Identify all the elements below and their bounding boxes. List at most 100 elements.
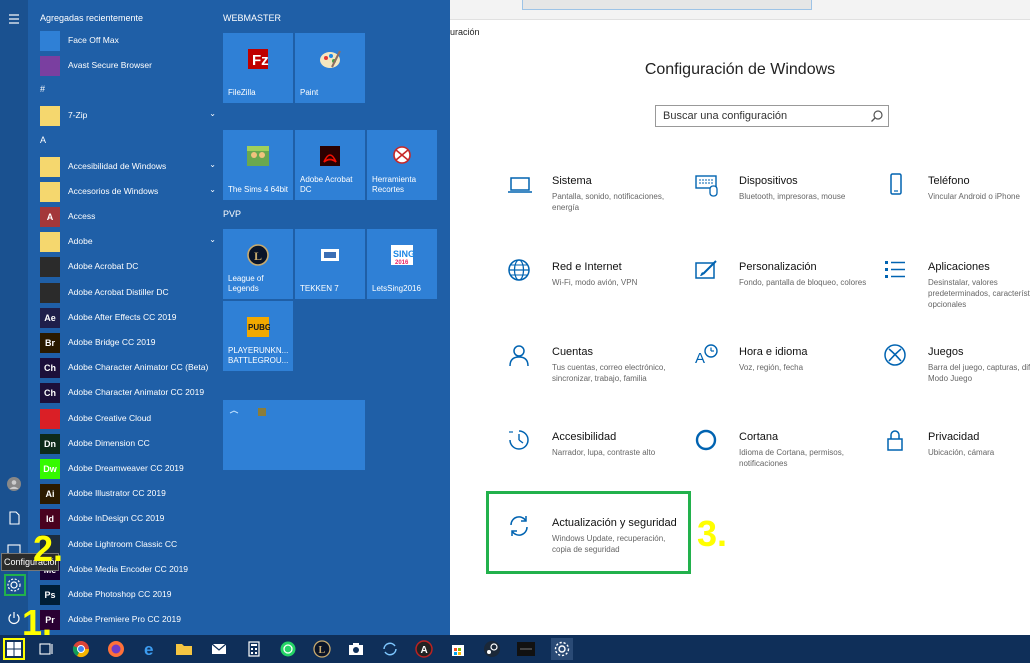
category-hora-idioma[interactable]: A Hora e idioma Voz, región, fecha <box>694 343 869 413</box>
app-list-item[interactable]: 7-Zip ⌄ <box>40 105 216 127</box>
power-icon[interactable] <box>6 610 22 626</box>
snipping-icon <box>393 146 411 164</box>
search-box[interactable] <box>655 105 889 127</box>
tile-folder[interactable] <box>223 400 365 470</box>
taskbar-lol[interactable]: L <box>311 638 333 660</box>
category-desc: Idioma de Cortana, permisos, notificacio… <box>739 448 844 468</box>
hamburger-menu-icon[interactable] <box>6 11 22 27</box>
category-title: Personalización <box>739 261 817 273</box>
filezilla-icon: Fz <box>248 49 269 69</box>
app-list-item[interactable]: Ch Adobe Character Animator CC 2019 <box>40 382 216 404</box>
tile-filezilla[interactable]: Fz FileZilla <box>223 33 293 103</box>
app-list-item[interactable]: Dw Adobe Dreamweaver CC 2019 <box>40 458 216 480</box>
app-list-item[interactable]: Ae Adobe After Effects CC 2019 <box>40 307 216 329</box>
app-list-item[interactable]: Accesorios de Windows ⌄ <box>40 181 216 203</box>
app-icon: Br <box>40 333 60 353</box>
annotation-step-3: 3. <box>697 513 728 554</box>
category-dispositivos[interactable]: Dispositivos Bluetooth, impresoras, mous… <box>694 172 869 242</box>
taskbar-explorer[interactable] <box>173 638 195 660</box>
app-list-item[interactable]: Pr Adobe Premiere Pro CC 2019 <box>40 609 216 631</box>
app-list-item[interactable]: Adobe ⌄ <box>40 231 216 253</box>
category-title: Sistema <box>552 175 592 187</box>
taskbar-camera[interactable] <box>345 638 367 660</box>
app-list-item[interactable]: Adobe Acrobat Distiller DC <box>40 282 216 304</box>
category-telefono[interactable]: Teléfono Vincular Android o iPhone <box>883 172 1030 242</box>
category-privacidad[interactable]: Privacidad Ubicación, cámara <box>883 428 1030 498</box>
chevron-down-icon[interactable]: ⌄ <box>209 160 216 169</box>
tile-tekken[interactable]: TEKKEN 7 <box>295 229 365 299</box>
app-label: Adobe Character Animator CC (Beta) <box>68 362 209 373</box>
chevron-down-icon[interactable]: ⌄ <box>209 185 216 194</box>
app-list-item[interactable]: Br Adobe Bridge CC 2019 <box>40 332 216 354</box>
start-highlight-box <box>3 638 25 660</box>
taskbar-edge[interactable]: e <box>140 638 162 660</box>
tile-acrobat[interactable]: Adobe Acrobat DC <box>295 130 365 200</box>
taskbar-firefox[interactable] <box>105 638 127 660</box>
firefox-icon <box>108 641 124 657</box>
app-icon <box>40 282 60 303</box>
app-list-item[interactable]: Face Off Max <box>40 30 216 52</box>
task-view-button[interactable] <box>35 638 57 660</box>
tile-letssing[interactable]: SING 2016 LetsSing2016 <box>367 229 437 299</box>
letter-header[interactable]: # <box>40 84 45 94</box>
app-list-item[interactable]: Ps Adobe Photoshop CC 2019 <box>40 584 216 606</box>
app-list-item[interactable]: Ch Adobe Character Animator CC (Beta) <box>40 357 216 379</box>
taskbar-sync[interactable] <box>379 638 401 660</box>
game-thumbnail-icon <box>517 642 535 656</box>
taskbar-whatsapp[interactable] <box>277 638 299 660</box>
chevron-down-icon[interactable]: ⌄ <box>209 109 216 118</box>
app-list-item[interactable]: Avast Secure Browser <box>40 55 216 77</box>
taskbar-calculator[interactable] <box>243 638 265 660</box>
tile-sims4[interactable]: The Sims 4 64bit <box>223 130 293 200</box>
app-icon <box>40 408 60 429</box>
annotation-step-2: 2. <box>33 528 64 569</box>
documents-icon[interactable] <box>6 510 22 526</box>
category-cortana[interactable]: Cortana Idioma de Cortana, permisos, not… <box>694 428 869 498</box>
taskbar-game[interactable] <box>515 638 537 660</box>
app-label: Adobe Lightroom Classic CC <box>68 538 178 549</box>
category-aplicaciones[interactable]: Aplicaciones Desinstalar, valores predet… <box>883 258 1030 328</box>
tile-pubg[interactable]: PUBG PLAYERUNKN... BATTLEGROU... <box>223 301 293 371</box>
taskbar-chrome[interactable] <box>70 638 92 660</box>
app-icon <box>40 56 60 77</box>
app-list-item[interactable]: Accesibilidad de Windows ⌄ <box>40 156 216 178</box>
app-icon: Ch <box>40 383 60 404</box>
app-label: Avast Secure Browser <box>68 60 152 71</box>
tiles-area: WEBMASTER PVP Fz FileZilla Paint The Sim… <box>223 0 450 635</box>
taskbar-mail[interactable] <box>208 638 230 660</box>
category-accesibilidad[interactable]: Accesibilidad Narrador, lupa, contraste … <box>507 428 682 498</box>
sims-icon <box>247 146 269 166</box>
chevron-down-icon[interactable]: ⌄ <box>209 235 216 244</box>
tekken-icon <box>321 249 339 261</box>
tile-paint[interactable]: Paint <box>295 33 365 103</box>
app-list-item[interactable]: Ai Adobe Illustrator CC 2019 <box>40 483 216 505</box>
search-input[interactable] <box>656 106 856 126</box>
taskbar-app-a[interactable]: A <box>413 638 435 660</box>
app-list-item[interactable]: Adobe Creative Cloud <box>40 408 216 430</box>
category-red-internet[interactable]: Red e Internet Wi-Fi, modo avión, VPN <box>507 258 682 328</box>
taskbar-steam[interactable] <box>481 638 503 660</box>
tile-lol[interactable]: L League of Legends <box>223 229 293 299</box>
category-personalizacion[interactable]: Personalización Fondo, pantalla de bloqu… <box>694 258 869 328</box>
app-label: Adobe Acrobat Distiller DC <box>68 286 169 297</box>
app-list-item[interactable]: Adobe Acrobat DC <box>40 256 216 278</box>
app-label: Adobe InDesign CC 2019 <box>68 513 165 524</box>
taskbar-settings[interactable] <box>551 638 573 660</box>
letter-header[interactable]: A <box>40 135 46 145</box>
app-list-item[interactable]: Id Adobe InDesign CC 2019 <box>40 508 216 530</box>
search-icon[interactable] <box>870 109 884 123</box>
laptop-icon <box>508 177 532 193</box>
user-avatar-icon[interactable] <box>6 476 22 492</box>
app-list-item[interactable]: MeAdobe Media Encoder CC 2019 <box>40 559 216 581</box>
taskbar-store[interactable] <box>447 638 469 660</box>
app-icon: A <box>40 207 60 227</box>
category-desc: Narrador, lupa, contraste alto <box>552 448 656 457</box>
category-cuentas[interactable]: Cuentas Tus cuentas, correo electrónico,… <box>507 343 682 413</box>
category-sistema[interactable]: Sistema Pantalla, sonido, notificaciones… <box>507 172 682 242</box>
app-list-item[interactable]: Adobe Lightroom Classic CC <box>40 534 216 556</box>
app-list-item[interactable]: Dn Adobe Dimension CC <box>40 433 216 455</box>
tile-recortes[interactable]: Herramienta Recortes <box>367 130 437 200</box>
category-title: Hora e idioma <box>739 346 808 358</box>
app-list-item[interactable]: A Access <box>40 206 216 228</box>
category-juegos[interactable]: Juegos Barra del juego, capturas, difusi… <box>883 343 1030 413</box>
